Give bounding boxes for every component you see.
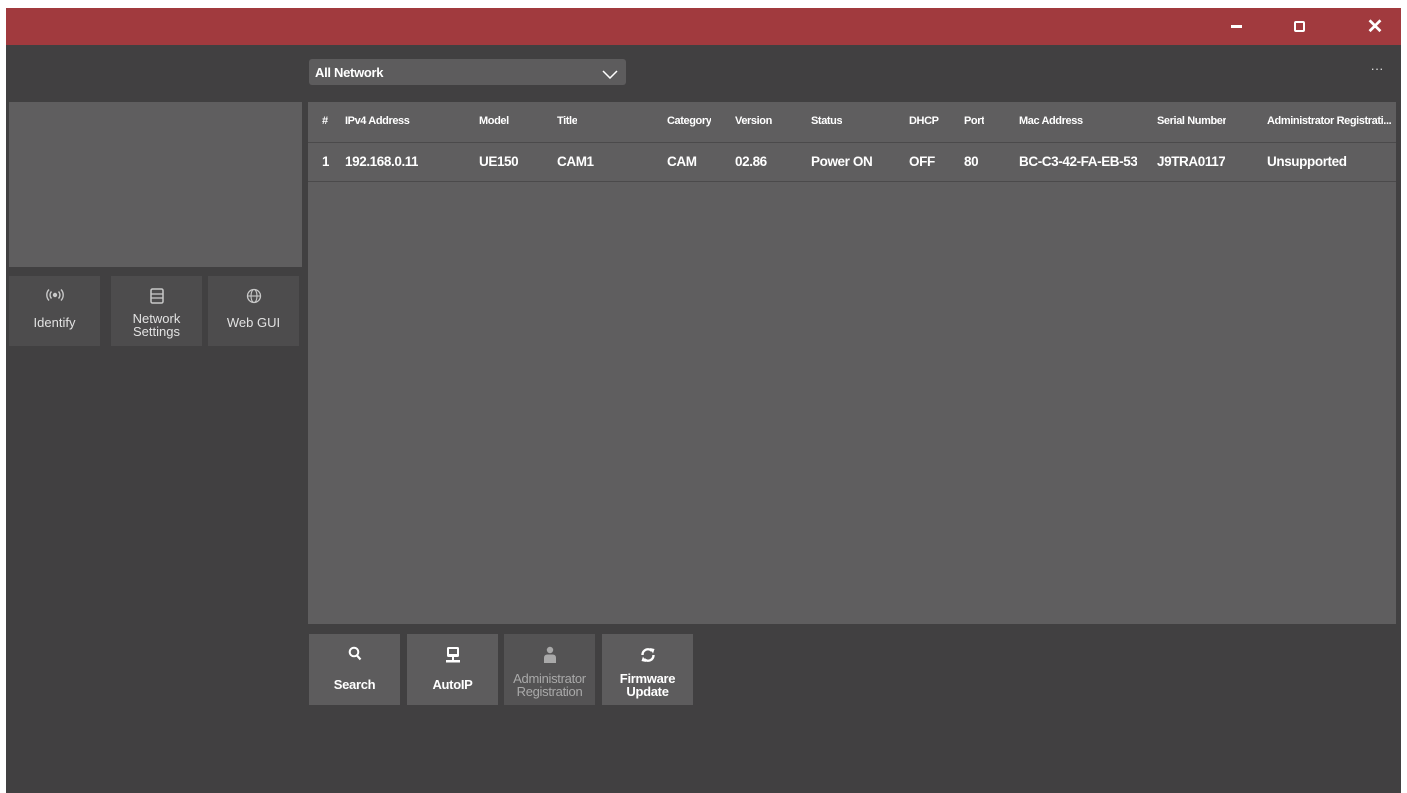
network-settings-label: Network Settings bbox=[132, 311, 181, 339]
column-header[interactable]: Category bbox=[667, 115, 711, 127]
table-cell: 80 bbox=[964, 154, 979, 169]
network-select-value: All Network bbox=[315, 65, 384, 80]
column-header[interactable]: DHCP bbox=[909, 115, 939, 127]
table-header: # IPv4 Address Model Title Category Vers… bbox=[308, 102, 1396, 143]
table-cell: CAM1 bbox=[557, 154, 594, 169]
table-row[interactable]: 1 192.168.0.11 UE150 CAM1 CAM 02.86 Powe… bbox=[308, 143, 1396, 182]
table-cell: Power ON bbox=[811, 154, 873, 169]
web-gui-label: Web GUI bbox=[226, 315, 281, 330]
column-header[interactable]: Port bbox=[964, 115, 984, 127]
firmware-update-label: Firmware Update bbox=[619, 671, 676, 699]
identify-button[interactable]: Identify bbox=[9, 276, 100, 346]
minimize-button[interactable] bbox=[1206, 8, 1266, 45]
identify-label: Identify bbox=[33, 315, 76, 330]
administrator-registration-label: Administrator Registration bbox=[513, 671, 586, 699]
column-header[interactable]: Administrator Registrati... bbox=[1267, 115, 1392, 127]
camera-preview bbox=[9, 102, 302, 267]
search-button[interactable]: Search bbox=[309, 634, 400, 705]
table-cell: UE150 bbox=[479, 154, 519, 169]
refresh-icon bbox=[602, 646, 693, 664]
maximize-button[interactable] bbox=[1269, 8, 1329, 45]
search-icon bbox=[309, 646, 400, 664]
chevron-down-icon bbox=[602, 67, 618, 82]
autoip-label: AutoIP bbox=[432, 677, 473, 692]
identify-broadcast-icon bbox=[9, 288, 100, 304]
user-icon bbox=[504, 646, 595, 664]
column-header[interactable]: Title bbox=[557, 115, 577, 127]
table-cell: 02.86 bbox=[735, 154, 767, 169]
minimize-icon bbox=[1230, 25, 1242, 28]
autoip-button[interactable]: AutoIP bbox=[407, 634, 498, 705]
table-cell: CAM bbox=[667, 154, 697, 169]
table-cell: 1 bbox=[322, 154, 330, 169]
firmware-update-button[interactable]: Firmware Update bbox=[602, 634, 693, 705]
table-cell: Unsupported bbox=[1267, 154, 1347, 169]
column-header[interactable]: Status bbox=[811, 115, 842, 127]
network-settings-icon bbox=[111, 288, 202, 304]
table-cell: 192.168.0.11 bbox=[345, 154, 419, 169]
column-header[interactable]: Model bbox=[479, 115, 509, 127]
table-cell: OFF bbox=[909, 154, 935, 169]
column-header[interactable]: IPv4 Address bbox=[345, 115, 410, 127]
column-header[interactable]: Mac Address bbox=[1019, 115, 1083, 127]
administrator-registration-button[interactable]: Administrator Registration bbox=[504, 634, 595, 705]
column-header[interactable]: # bbox=[322, 115, 328, 127]
search-label: Search bbox=[333, 677, 376, 692]
web-gui-button[interactable]: Web GUI bbox=[208, 276, 299, 346]
network-select[interactable]: All Network bbox=[309, 59, 626, 85]
globe-icon bbox=[208, 288, 299, 304]
app-window: ✕ All Network ··· Identify Network Setti… bbox=[6, 8, 1401, 793]
restore-icon bbox=[1293, 21, 1305, 32]
more-options-button[interactable]: ··· bbox=[1366, 62, 1388, 80]
close-button[interactable]: ✕ bbox=[1345, 8, 1401, 45]
column-header[interactable]: Serial Number bbox=[1157, 115, 1226, 127]
autoip-monitor-icon bbox=[407, 646, 498, 664]
table-cell: BC-C3-42-FA-EB-53 bbox=[1019, 154, 1138, 169]
table-cell: J9TRA0117 bbox=[1157, 154, 1226, 169]
close-icon: ✕ bbox=[1366, 15, 1384, 38]
network-settings-button[interactable]: Network Settings bbox=[111, 276, 202, 346]
column-header[interactable]: Version bbox=[735, 115, 772, 127]
title-bar[interactable]: ✕ bbox=[6, 8, 1401, 45]
device-table: # IPv4 Address Model Title Category Vers… bbox=[308, 102, 1396, 624]
